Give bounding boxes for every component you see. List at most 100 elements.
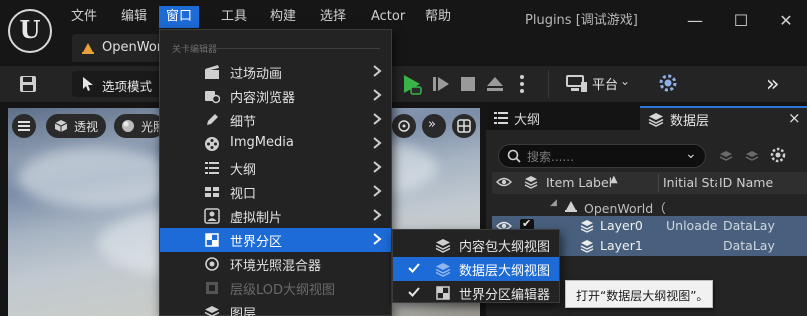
data-layer-icon	[580, 219, 594, 233]
tab-data-layers[interactable]: 数据层 ×	[640, 106, 807, 130]
step-icon[interactable]	[432, 75, 450, 93]
menu-item-layers[interactable]: 图层	[160, 300, 391, 316]
row-id-name: DataLay	[723, 218, 775, 233]
menu-item-world-partition[interactable]: 世界分区	[160, 228, 391, 252]
chevron-right-icon	[372, 208, 382, 222]
minimize-button[interactable]: —	[680, 6, 710, 36]
grid-icon	[204, 184, 220, 200]
stop-icon[interactable]	[460, 76, 476, 92]
search-placeholder: 搜索......	[527, 150, 574, 164]
search-options-chevron-icon[interactable]: ⌄	[685, 146, 697, 162]
menu-item-env-light-mixer[interactable]: 环境光照混合器	[160, 252, 391, 276]
chevron-right-icon	[372, 160, 382, 174]
level-tab[interactable]: OpenWorld	[72, 34, 174, 62]
check-icon	[407, 261, 421, 275]
menu-file[interactable]: 文件	[64, 6, 104, 28]
menu-item-hlod-outliner: 层级LOD大纲视图	[160, 276, 391, 300]
expand-toolbar-icon[interactable]: »	[766, 72, 779, 97]
column-initial-state[interactable]: Initial Sta	[663, 175, 717, 190]
lit-mode-button[interactable]: 光照	[114, 114, 164, 138]
select-mode-icon	[81, 76, 95, 92]
menu-item-cinematics[interactable]: 过场动画	[160, 60, 391, 84]
menu-item-viewports[interactable]: 视口	[160, 180, 391, 204]
menu-item-label: 大纲	[230, 163, 257, 178]
unreal-logo[interactable]: U	[8, 9, 52, 53]
tooltip: 打开“数据层大纲视图”。	[565, 280, 713, 308]
window-menu-dropdown: 关卡编辑器 过场动画 内容浏览器 细节 ImgMedia 大纲 视口 虚拟制片 …	[159, 29, 392, 316]
column-divider	[658, 174, 659, 192]
menu-actor[interactable]: Actor	[364, 6, 412, 28]
save-icon[interactable]	[18, 74, 38, 94]
eject-icon[interactable]	[486, 75, 504, 93]
menu-item-label: ImgMedia	[230, 135, 294, 150]
expand-viewport-tools[interactable]: »	[422, 114, 446, 138]
platform-label[interactable]: 平台	[592, 74, 618, 93]
title-bar: U 文件 编辑 窗口 工具 构建 选择 Actor 帮助 Plugins [调试…	[0, 0, 807, 66]
menu-tools[interactable]: 工具	[214, 6, 254, 28]
chevron-right-icon	[372, 88, 382, 102]
table-row[interactable]: ◢ OpenWorld（	[492, 196, 807, 216]
submenu-item-content-bundle-outliner[interactable]: 内容包大纲视图	[393, 233, 559, 257]
chevron-down-icon: ⌄	[620, 74, 631, 88]
menu-item-label: 细节	[230, 115, 257, 130]
search-input[interactable]: 搜索...... ⌄	[498, 144, 706, 168]
column-header: Item Label ▲ Initial Sta ID Name	[492, 172, 807, 194]
row-label: Layer0	[600, 218, 643, 233]
remove-layer-icon[interactable]	[744, 148, 760, 164]
platform-icon[interactable]	[566, 74, 588, 94]
camera-icon	[204, 88, 220, 104]
chevron-right-icon	[372, 64, 382, 78]
menu-item-content-browser[interactable]: 内容浏览器	[160, 84, 391, 108]
collapse-arrow-icon[interactable]: ◢	[550, 198, 557, 208]
column-item-label[interactable]: Item Label	[546, 175, 612, 190]
visibility-eye-icon[interactable]	[496, 175, 512, 189]
close-button[interactable]: ✕	[771, 6, 801, 36]
submenu-item-label: 世界分区编辑器	[459, 288, 551, 303]
window-title: Plugins [调试游戏]	[525, 13, 638, 28]
menu-help[interactable]: 帮助	[418, 6, 458, 28]
menu-select[interactable]: 选择	[313, 6, 353, 28]
settings-gear-icon[interactable]	[658, 73, 678, 93]
toolbar-divider	[548, 70, 549, 98]
pencil-icon	[204, 112, 220, 128]
viewport-menu-button[interactable]	[12, 114, 36, 138]
layers-icon	[435, 261, 451, 277]
snap-button[interactable]	[392, 114, 416, 138]
maximize-button[interactable]: ☐	[726, 6, 756, 36]
cloud	[18, 148, 178, 208]
mode-label: 选项模式	[102, 79, 153, 94]
menu-build[interactable]: 构建	[263, 6, 303, 28]
level-icon	[80, 40, 96, 56]
menu-item-label: 视口	[230, 187, 257, 202]
menu-section-header: 关卡编辑器	[172, 45, 218, 55]
menu-item-outliner[interactable]: 大纲	[160, 156, 391, 180]
add-layer-icon[interactable]	[718, 148, 734, 164]
sphere-icon	[121, 119, 135, 133]
data-layer-icon	[580, 239, 594, 253]
menu-item-label: 图层	[230, 307, 257, 316]
perspective-button[interactable]: 透视	[46, 114, 106, 138]
play-icon[interactable]	[400, 72, 424, 96]
row-initial-state[interactable]: Unloade	[666, 218, 718, 233]
menu-window[interactable]: 窗口	[159, 6, 200, 28]
settings-icon[interactable]	[769, 146, 787, 164]
menu-item-details[interactable]: 细节	[160, 108, 391, 132]
submenu-item-data-layer-outliner[interactable]: 数据层大纲视图	[393, 257, 559, 281]
tab-outliner[interactable]: 大纲	[486, 106, 640, 130]
chevron-right-icon	[372, 232, 382, 246]
column-id-name[interactable]: ID Name	[719, 175, 773, 190]
close-tab-icon[interactable]: ×	[788, 109, 801, 127]
mode-selector[interactable]: 选项模式	[72, 71, 162, 97]
more-options-icon[interactable]	[518, 74, 526, 94]
menu-item-label: 层级LOD大纲视图	[230, 283, 336, 298]
sort-ascending-icon: ▲	[610, 174, 618, 185]
layout-button[interactable]	[452, 114, 476, 138]
menu-item-imgmedia[interactable]: ImgMedia	[160, 132, 391, 156]
submenu-item-world-partition-editor[interactable]: 世界分区编辑器	[393, 281, 559, 305]
menu-edit[interactable]: 编辑	[114, 6, 154, 28]
menu-item-virtual-production[interactable]: 虚拟制片	[160, 204, 391, 228]
menu-item-label: 世界分区	[230, 235, 283, 250]
chevron-right-icon	[372, 184, 382, 198]
main-toolbar: 选项模式 平台 ⌄ »	[0, 66, 807, 102]
outliner-tab-label: 大纲	[514, 113, 541, 128]
